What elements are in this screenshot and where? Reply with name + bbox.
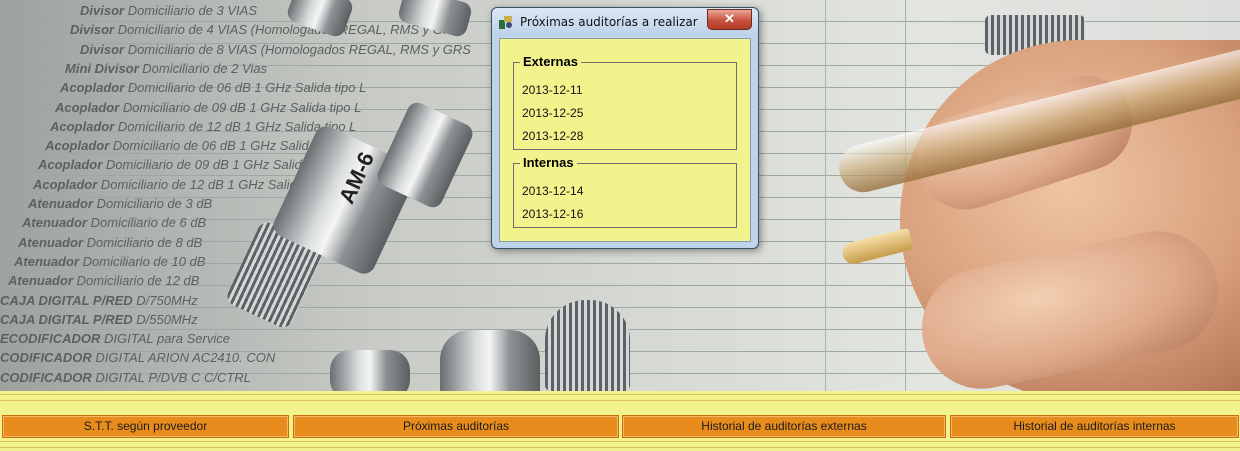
sheet-line-product: Divisor <box>80 41 128 57</box>
audit-date: 2013-12-11 <box>522 83 583 97</box>
sheet-line: CODIFICADOR DIGITAL ARION AC2410. CON <box>0 350 275 365</box>
audit-date: 2013-12-14 <box>522 184 584 198</box>
sheet-line-product: Atenuador <box>14 253 83 269</box>
sheet-line-detail: Domiciliario de 2 Vias <box>142 60 268 76</box>
sheet-line-detail: Domiciliario de 09 dB 1 GHz Salida tipo … <box>122 99 362 115</box>
sheet-line-product: Acoplador <box>33 176 101 192</box>
sheet-line: CAJA DIGITAL P/RED D/550MHz <box>0 312 198 327</box>
dialog-titlebar[interactable]: Próximas auditorías a realizar ✕ <box>492 8 758 36</box>
app-window-icon <box>498 14 514 30</box>
dialog-content: Externas 2013-12-11 2013-12-25 2013-12-2… <box>499 38 751 242</box>
sheet-line-product: Acoplador <box>38 157 106 173</box>
sheet-line-product: Atenuador <box>8 273 77 289</box>
sheet-line-product: CAJA DIGITAL P/RED <box>0 311 137 327</box>
pen-tip-image <box>840 227 914 267</box>
sheet-line: Acoplador Domiciliario de 09 dB 1 GHz Sa… <box>38 157 302 172</box>
sheet-line-detail: Domiciliario de 8 dB <box>86 234 203 250</box>
nav-button-external-audit-history[interactable]: Historial de auditorías externas <box>622 415 946 438</box>
sheet-line-product: Atenuador <box>22 215 91 231</box>
sheet-line-detail: Domiciliario de 3 dB <box>96 196 213 211</box>
sheet-line: Atenuador Domiciliario de 3 dB <box>28 196 212 211</box>
sheet-line: Acoplador Domiciliario de 09 dB 1 GHz Sa… <box>55 100 361 115</box>
nav-button-stt-supplier[interactable]: S.T.T. según proveedor <box>2 415 289 438</box>
sheet-line: Divisor Domiciliario de 8 VIAS (Homologa… <box>80 42 471 57</box>
nav-button-upcoming-audits[interactable]: Próximas auditorías <box>293 415 619 438</box>
externas-group: Externas 2013-12-11 2013-12-25 2013-12-2… <box>513 54 737 150</box>
sheet-column-line <box>825 0 826 391</box>
sheet-line-detail: Domiciliario de 06 dB 1 GHz Salida tipo … <box>127 80 367 96</box>
sheet-line: Atenuador Domiciliario de 6 dB <box>22 215 206 230</box>
sheet-line-product: CODIFICADOR <box>0 369 96 385</box>
sheet-line-detail: DIGITAL ARION AC2410. CON <box>95 350 276 366</box>
sheet-line-detail: Domiciliario de 09 dB 1 GHz Salid <box>105 157 302 173</box>
nav-button-internal-audit-history[interactable]: Historial de auditorías internas <box>950 415 1239 438</box>
sheet-line-detail: Domiciliario de 4 VIAS (Homologados REGA… <box>117 22 461 38</box>
nav-divider <box>0 441 1240 442</box>
internas-group: Internas 2013-12-14 2013-12-16 <box>513 155 737 228</box>
sheet-line-detail: Domiciliario de 10 dB <box>82 253 206 269</box>
sheet-line: Divisor Domiciliario de 3 VIAS <box>80 3 257 18</box>
sheet-line-detail: Domiciliario de 3 VIAS <box>127 3 258 18</box>
sheet-line-detail: Domiciliario de 12 dB <box>76 273 200 289</box>
group-title-externas: Externas <box>520 54 581 69</box>
audit-date: 2013-12-16 <box>522 207 584 221</box>
sheet-line-product: CODIFICADOR <box>0 350 96 366</box>
sheet-line: Acoplador Domiciliario de 06 dB 1 GHz Sa… <box>45 138 329 153</box>
nav-divider <box>0 447 1240 448</box>
sheet-line-product: Acoplador <box>50 118 118 134</box>
sheet-line: ECODIFICADOR DIGITAL para Service <box>0 331 230 346</box>
connector-image <box>330 350 410 391</box>
sheet-line: Atenuador Domiciliario de 10 dB <box>14 254 205 269</box>
sheet-line-detail: Domiciliario de 6 dB <box>90 215 207 231</box>
sheet-line-product: CAJA DIGITAL P/RED <box>0 292 137 308</box>
sheet-line: Acoplador Domiciliario de 06 dB 1 GHz Sa… <box>60 80 366 95</box>
nav-divider <box>0 400 1240 401</box>
dialog-title: Próximas auditorías a realizar <box>520 15 698 29</box>
sheet-line: Divisor Domiciliario de 4 VIAS (Homologa… <box>70 22 461 37</box>
audit-date: 2013-12-25 <box>522 106 584 120</box>
sheet-line-product: Mini Divisor <box>65 60 143 76</box>
sheet-line-product: ECODIFICADOR <box>0 331 104 347</box>
close-button[interactable]: ✕ <box>707 9 752 30</box>
audit-date: 2013-12-28 <box>522 129 584 143</box>
sheet-line-detail: DIGITAL P/DVB C C/CTRL <box>95 369 251 385</box>
sheet-line-product: Atenuador <box>28 196 97 211</box>
sheet-line-product: Acoplador <box>60 80 128 96</box>
group-title-internas: Internas <box>520 155 577 170</box>
sheet-line: Acoplador Domiciliario de 12 dB 1 GHz Sa… <box>50 119 356 134</box>
sheet-line-product: Divisor <box>80 3 128 18</box>
sheet-line: Mini Divisor Domiciliario de 2 Vias <box>65 61 267 76</box>
sheet-line-product: Acoplador <box>45 138 113 154</box>
sheet-line-detail: Domiciliario de 12 dB 1 GHz Salid <box>100 176 297 192</box>
sheet-line-detail: Domiciliario de 06 dB 1 GHz Salida H <box>112 138 329 154</box>
nav-divider <box>0 394 1240 395</box>
close-icon: ✕ <box>724 11 735 26</box>
sheet-line-product: Acoplador <box>55 99 123 115</box>
sheet-line: Atenuador Domiciliario de 8 dB <box>18 235 202 250</box>
sheet-line-detail: D/550MHz <box>136 311 198 327</box>
sheet-line-product: Atenuador <box>18 234 87 250</box>
sheet-line: Atenuador Domiciliario de 12 dB <box>8 273 199 288</box>
connector-image <box>440 330 540 391</box>
sheet-line-detail: DIGITAL para Service <box>104 331 230 347</box>
sheet-line: CODIFICADOR DIGITAL P/DVB C C/CTRL <box>0 370 251 385</box>
sheet-line: CAJA DIGITAL P/RED D/750MHz <box>0 293 198 308</box>
sheet-line-detail: Domiciliario de 8 VIAS (Homologados REGA… <box>127 41 471 57</box>
connector-image <box>545 300 630 391</box>
upcoming-audits-dialog: Próximas auditorías a realizar ✕ Externa… <box>491 7 759 249</box>
sheet-line-detail: D/750MHz <box>136 292 198 308</box>
sheet-line: Acoplador Domiciliario de 12 dB 1 GHz Sa… <box>33 177 297 192</box>
sheet-line-product: Divisor <box>70 22 118 38</box>
